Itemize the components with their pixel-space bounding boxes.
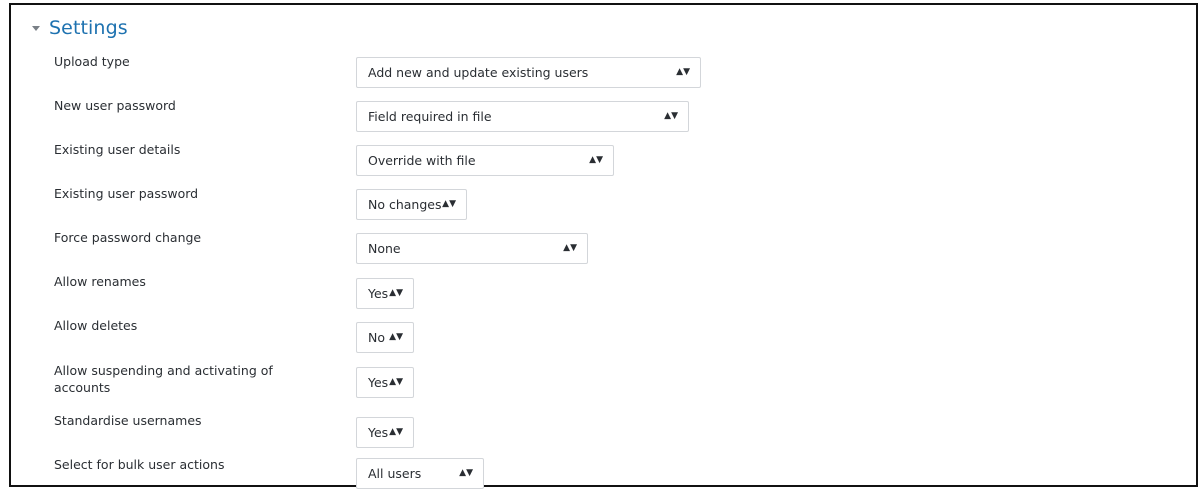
select-value: No changes [368,197,442,212]
setting-label: Select for bulk user actions [54,457,225,472]
updown-arrows-icon: ▲▼ [676,67,690,77]
updown-arrows-icon: ▲▼ [389,427,403,437]
setting-label: Allow suspending and activating of accou… [54,363,273,395]
caret-down-icon[interactable] [32,26,40,31]
updown-arrows-icon: ▲▼ [563,243,577,253]
select-value: No [368,330,385,345]
setting-label: Upload type [54,54,130,69]
setting-label: Allow deletes [54,318,138,333]
select-value: Yes [368,375,389,390]
settings-section-toggle[interactable]: Settings [32,17,128,39]
allow-deletes-select[interactable]: No ▲▼ [356,322,414,353]
existing-user-password-select[interactable]: No changes ▲▼ [356,189,467,220]
setting-label: Allow renames [54,274,146,289]
setting-label: Existing user details [54,142,181,157]
setting-label: New user password [54,98,176,113]
select-value: Yes [368,425,389,440]
select-value: Override with file [368,153,476,168]
setting-label: Standardise usernames [54,413,202,428]
bulk-user-actions-select[interactable]: All users ▲▼ [356,458,484,489]
force-password-change-select[interactable]: None ▲▼ [356,233,588,264]
select-value: Yes [368,286,389,301]
select-value: None [368,241,401,256]
updown-arrows-icon: ▲▼ [459,468,473,478]
standardise-usernames-select[interactable]: Yes ▲▼ [356,417,414,448]
setting-label: Existing user password [54,186,199,201]
updown-arrows-icon: ▲▼ [389,288,403,298]
updown-arrows-icon: ▲▼ [589,155,603,165]
settings-panel: Settings Upload type Add new and update … [9,3,1198,489]
section-title: Settings [49,17,128,39]
allow-renames-select[interactable]: Yes ▲▼ [356,278,414,309]
setting-label: Force password change [54,230,202,245]
updown-arrows-icon: ▲▼ [664,111,678,121]
select-value: Field required in file [368,109,492,124]
select-value: Add new and update existing users [368,65,589,80]
new-user-password-select[interactable]: Field required in file ▲▼ [356,101,689,132]
existing-user-details-select[interactable]: Override with file ▲▼ [356,145,614,176]
allow-suspending-select[interactable]: Yes ▲▼ [356,367,414,398]
updown-arrows-icon: ▲▼ [389,332,403,342]
updown-arrows-icon: ▲▼ [442,199,456,209]
updown-arrows-icon: ▲▼ [389,377,403,387]
select-value: All users [368,466,422,481]
upload-type-select[interactable]: Add new and update existing users ▲▼ [356,57,701,88]
